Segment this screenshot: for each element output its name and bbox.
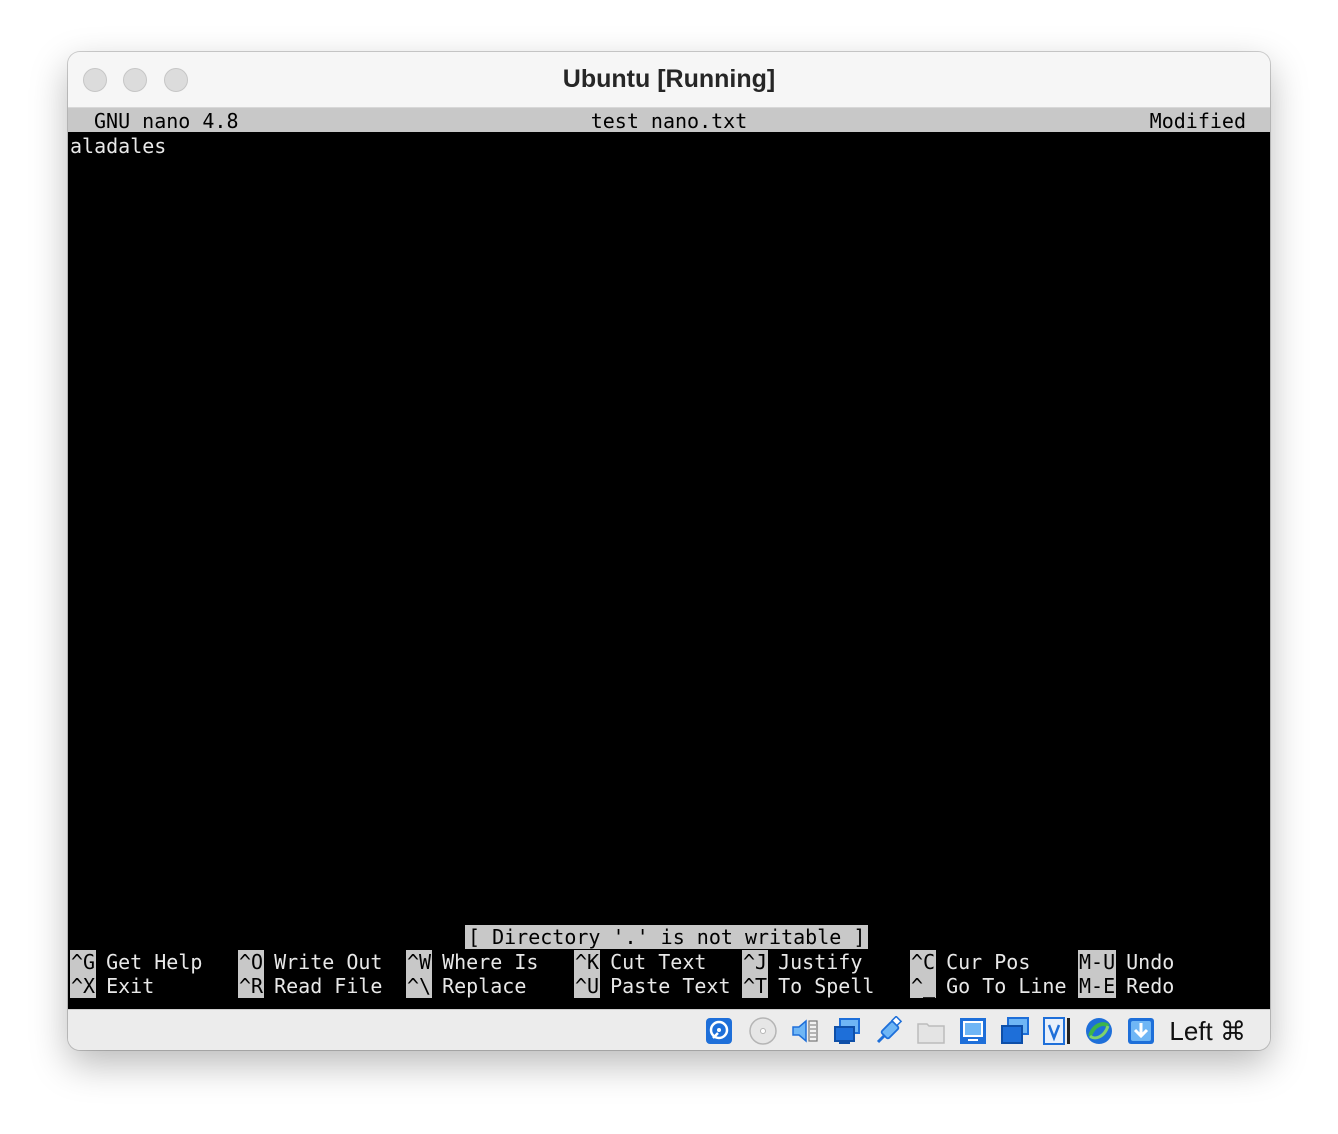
shortcut-replace: ^\ Replace [406,974,526,998]
shortcut-key: ^G [70,950,97,974]
hard-disk-icon[interactable] [704,1016,734,1046]
shortcut-key: M-E [1078,974,1117,998]
video-capture-icon[interactable] [1000,1016,1030,1046]
shortcut-label: Redo [1126,974,1175,998]
shortcut-label: Cut Text [610,950,707,974]
shortcut-label: To Spell [778,974,875,998]
shortcut-go-to-line: ^_ Go To Line [910,974,1067,998]
shortcut-read-file: ^R Read File [238,974,382,998]
shortcut-justify: ^J Justify [742,950,862,974]
mouse-integration-icon[interactable] [1084,1016,1114,1046]
shortcut-key: ^\ [406,974,433,998]
vm-status-bar: Left ⌘ [68,1009,1270,1050]
shortcut-label: Cur Pos [946,950,1031,974]
shortcut-cut-text: ^K Cut Text [574,950,706,974]
shortcut-label: Exit [106,974,155,998]
shortcut-key: ^K [574,950,601,974]
shortcut-key: ^W [406,950,433,974]
shortcut-cur-pos: ^C Cur Pos [910,950,1030,974]
display-icon[interactable] [958,1016,988,1046]
shortcut-paste-text: ^U Paste Text [574,974,731,998]
network-icon[interactable] [832,1016,862,1046]
host-key-label: Left ⌘ [1169,1016,1246,1046]
virtualization-icon[interactable] [1042,1016,1072,1046]
vm-screen[interactable]: GNU nano 4.8 test_nano.txt Modified alad… [68,108,1270,1009]
shortcut-label: Justify [778,950,863,974]
shortcut-key: ^T [742,974,769,998]
shortcut-label: Paste Text [610,974,731,998]
shortcut-write-out: ^O Write Out [238,950,382,974]
shortcut-key: M-U [1078,950,1117,974]
editor-text-line[interactable]: aladales [70,134,166,158]
shortcut-key: ^R [238,974,265,998]
shortcut-undo: M-U Undo [1078,950,1174,974]
nano-header-bar: GNU nano 4.8 test_nano.txt Modified [68,108,1270,133]
shortcut-exit: ^X Exit [70,974,154,998]
shortcut-label: Write Out [274,950,383,974]
title-bar[interactable]: Ubuntu [Running] [68,52,1270,108]
shortcut-label: Replace [442,974,527,998]
keyboard-capture-icon[interactable] [1126,1016,1156,1046]
nano-filename: test_nano.txt [590,109,748,133]
shortcut-key: ^U [574,974,601,998]
nano-modified-state: Modified [1149,109,1246,133]
nano-status-message: [ Directory '.' is not writable ] [465,925,869,949]
shortcut-where-is: ^W Where Is [406,950,538,974]
shortcut-to-spell: ^T To Spell [742,974,874,998]
shortcut-label: Undo [1126,950,1175,974]
shortcut-get-help: ^G Get Help [70,950,202,974]
shortcut-key: ^X [70,974,97,998]
optical-drive-icon[interactable] [748,1016,778,1046]
shared-folders-icon[interactable] [916,1016,946,1046]
shortcut-label: Where Is [442,950,539,974]
shortcut-key: ^J [742,950,769,974]
virtualbox-window: Ubuntu [Running] GNU nano 4.8 test_nano.… [68,52,1270,1050]
shortcut-label: Read File [274,974,383,998]
window-title: Ubuntu [Running] [562,65,776,93]
shortcut-label: Get Help [106,950,203,974]
usb-icon[interactable] [874,1016,904,1046]
shortcut-key: ^_ [910,974,937,998]
shortcut-label: Go To Line [946,974,1067,998]
shortcut-key: ^O [238,950,265,974]
audio-icon[interactable] [790,1016,820,1046]
shortcut-redo: M-E Redo [1078,974,1174,998]
shortcut-key: ^C [910,950,937,974]
